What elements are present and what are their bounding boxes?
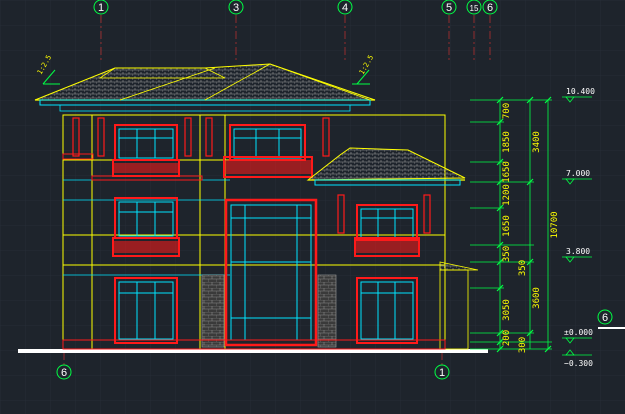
balcony-upper-center[interactable] xyxy=(223,156,313,178)
svg-text:15: 15 xyxy=(470,4,479,13)
svg-text:3050: 3050 xyxy=(502,299,512,321)
svg-text:6: 6 xyxy=(487,2,493,14)
svg-text:350: 350 xyxy=(502,246,512,262)
svg-text:−0.300: −0.300 xyxy=(564,359,593,368)
svg-text:1: 1 xyxy=(98,2,104,14)
svg-text:1850: 1850 xyxy=(502,131,512,153)
stone-panel-right xyxy=(317,274,337,348)
svg-text:200: 200 xyxy=(502,330,512,346)
svg-text:4: 4 xyxy=(342,2,348,14)
svg-text:1650: 1650 xyxy=(502,161,512,183)
svg-text:300: 300 xyxy=(518,337,528,353)
svg-text:6: 6 xyxy=(61,367,67,379)
dimension-total-text: 10700 xyxy=(550,211,560,238)
ground-line xyxy=(18,349,488,353)
svg-text:1650: 1650 xyxy=(502,215,512,237)
svg-text:3600: 3600 xyxy=(532,287,542,309)
cad-drawing-viewport[interactable]: 1 3 4 5 15 6 1:2.5 1:2.5 700 1850 1650 1… xyxy=(0,0,625,414)
svg-text:10.400: 10.400 xyxy=(566,87,595,96)
svg-text:6: 6 xyxy=(602,312,608,324)
svg-text:350: 350 xyxy=(518,260,528,276)
svg-text:3400: 3400 xyxy=(532,131,542,153)
svg-text:3: 3 xyxy=(233,2,239,14)
stone-panel-left xyxy=(201,274,225,348)
svg-text:±0.000: ±0.000 xyxy=(564,328,593,337)
svg-text:5: 5 xyxy=(446,2,452,14)
svg-text:1200: 1200 xyxy=(502,184,512,206)
svg-text:1: 1 xyxy=(439,367,445,379)
svg-text:7.000: 7.000 xyxy=(566,169,590,178)
svg-text:700: 700 xyxy=(502,103,512,119)
svg-text:3.800: 3.800 xyxy=(566,247,590,256)
